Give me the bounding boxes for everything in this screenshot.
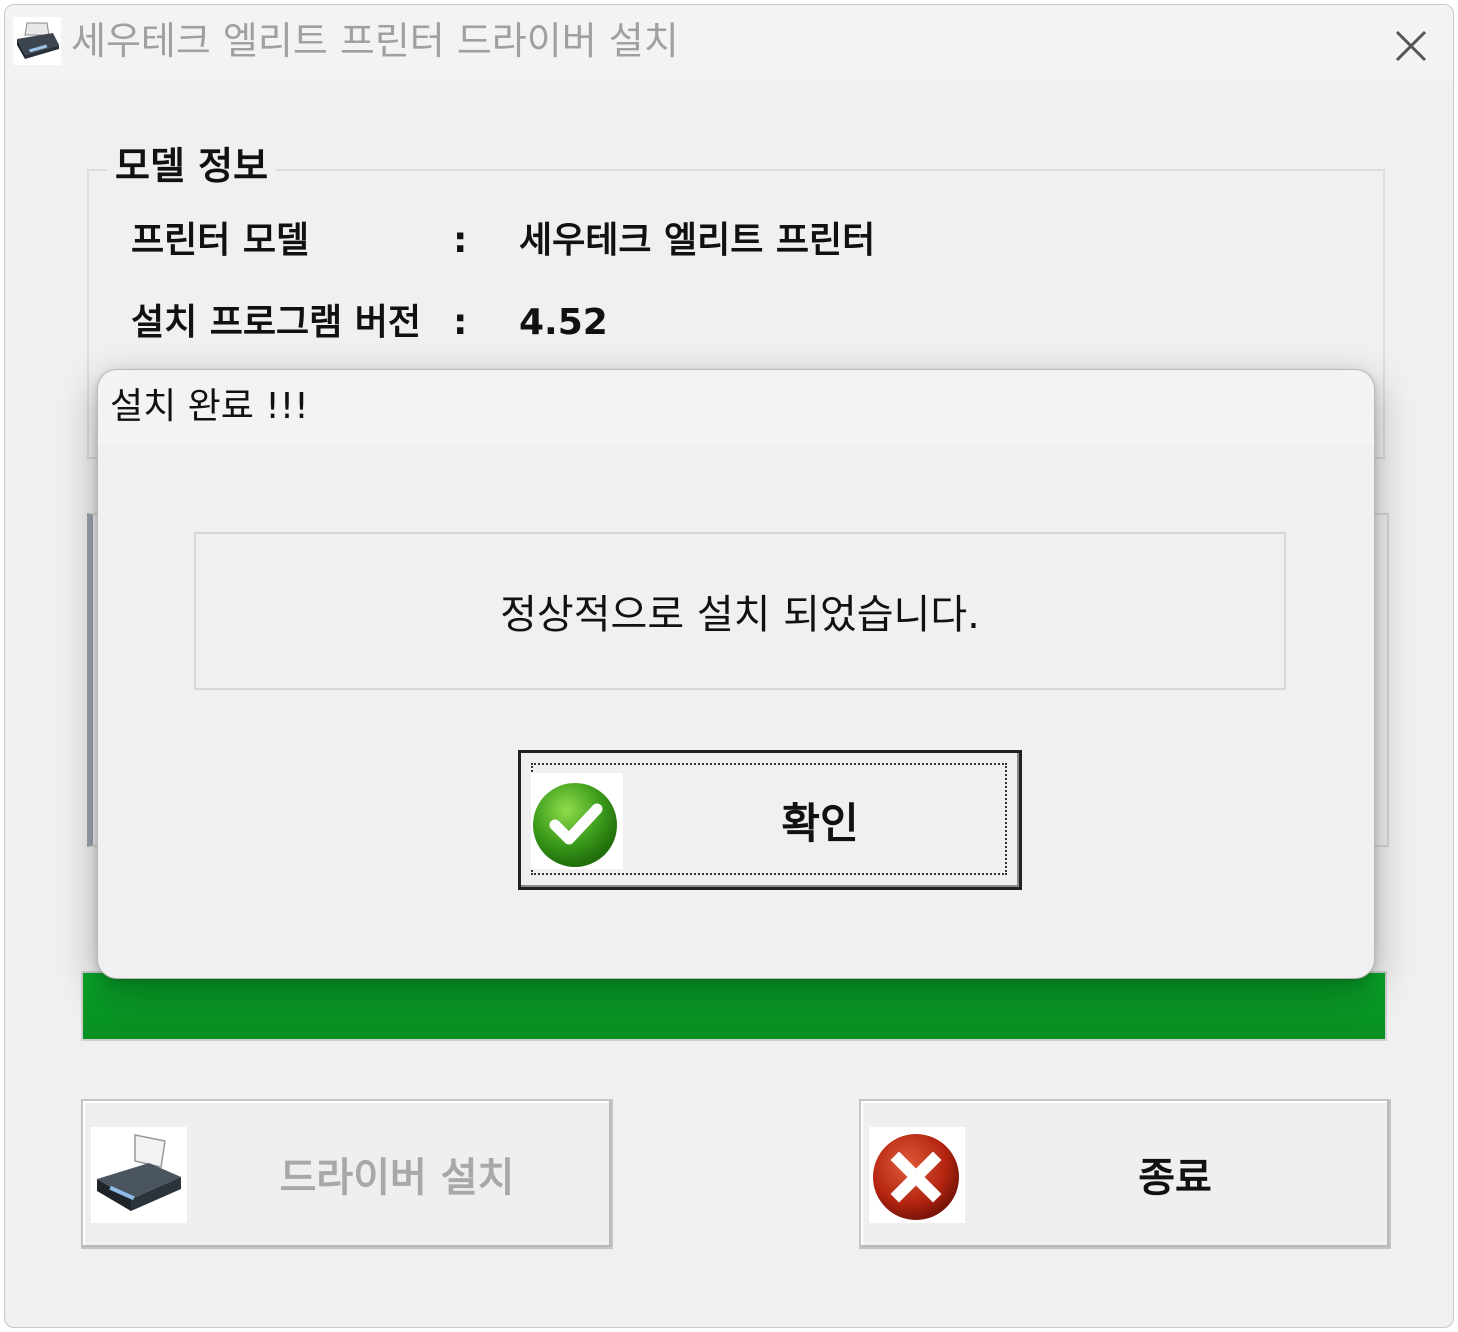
install-driver-button[interactable]: 드라이버 설치	[81, 1099, 613, 1249]
installer-version-label: 설치 프로그램 버전	[131, 302, 422, 343]
red-x-icon	[869, 1127, 965, 1223]
printer-icon	[91, 1127, 187, 1223]
installer-window: 세우테크 엘리트 프린터 드라이버 설치 모델 정보 프린터 모델 : 세우테크…	[4, 4, 1454, 1328]
exit-label: 종료	[1138, 1155, 1212, 1201]
installer-version-value: 4.52	[519, 302, 608, 343]
printer-icon	[13, 17, 61, 65]
printer-model-value: 세우테크 엘리트 프린터	[519, 220, 876, 261]
completion-message: 정상적으로 설치 되었습니다.	[500, 592, 980, 638]
progress-bar	[81, 971, 1387, 1041]
close-icon	[1395, 30, 1427, 62]
ok-button[interactable]: 확인	[518, 750, 1022, 890]
installer-version-separator: :	[453, 302, 468, 343]
title-bar[interactable]: 세우테크 엘리트 프린터 드라이버 설치	[5, 5, 1453, 81]
message-box: 정상적으로 설치 되었습니다.	[194, 532, 1286, 690]
progress-fill	[83, 973, 1385, 1039]
close-button[interactable]	[1377, 13, 1441, 75]
printer-model-separator: :	[453, 220, 468, 261]
install-complete-dialog: 설치 완료 !!! 정상적으로 설치 되었습니다. 확인	[97, 369, 1375, 979]
exit-button[interactable]: 종료	[859, 1099, 1391, 1249]
install-driver-label: 드라이버 설치	[279, 1155, 515, 1201]
green-check-icon	[531, 773, 623, 869]
ok-label: 확인	[781, 798, 859, 848]
model-info-title: 모델 정보	[107, 141, 277, 191]
printer-model-label: 프린터 모델	[131, 220, 310, 261]
dialog-title-bar[interactable]: 설치 완료 !!!	[98, 370, 1374, 444]
dialog-title: 설치 완료 !!!	[110, 386, 309, 427]
window-title: 세우테크 엘리트 프린터 드라이버 설치	[71, 19, 679, 63]
